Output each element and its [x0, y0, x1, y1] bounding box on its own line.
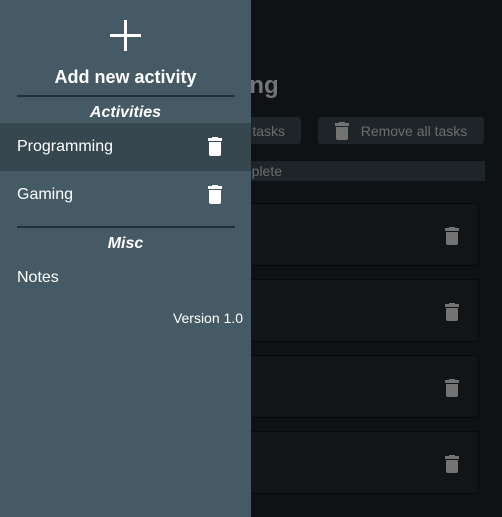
trash-icon[interactable]: [208, 185, 222, 204]
divider: [17, 226, 235, 228]
add-new-activity-button[interactable]: Add new activity: [0, 67, 251, 88]
activity-item-gaming[interactable]: Gaming: [0, 171, 251, 219]
divider: [17, 95, 235, 97]
activity-label: Gaming: [17, 186, 74, 203]
navigation-drawer: Add new activity Activities Programming …: [0, 0, 251, 517]
misc-item-label: Notes: [17, 269, 59, 286]
activity-item-programming[interactable]: Programming: [0, 123, 251, 171]
misc-heading: Misc: [107, 235, 144, 252]
add-icon[interactable]: [110, 20, 141, 51]
trash-icon[interactable]: [208, 137, 222, 156]
activity-label: Programming: [17, 138, 114, 155]
misc-item-notes[interactable]: Notes: [0, 254, 251, 302]
activities-heading: Activities: [89, 104, 162, 121]
version-label: Version 1.0: [172, 310, 243, 326]
